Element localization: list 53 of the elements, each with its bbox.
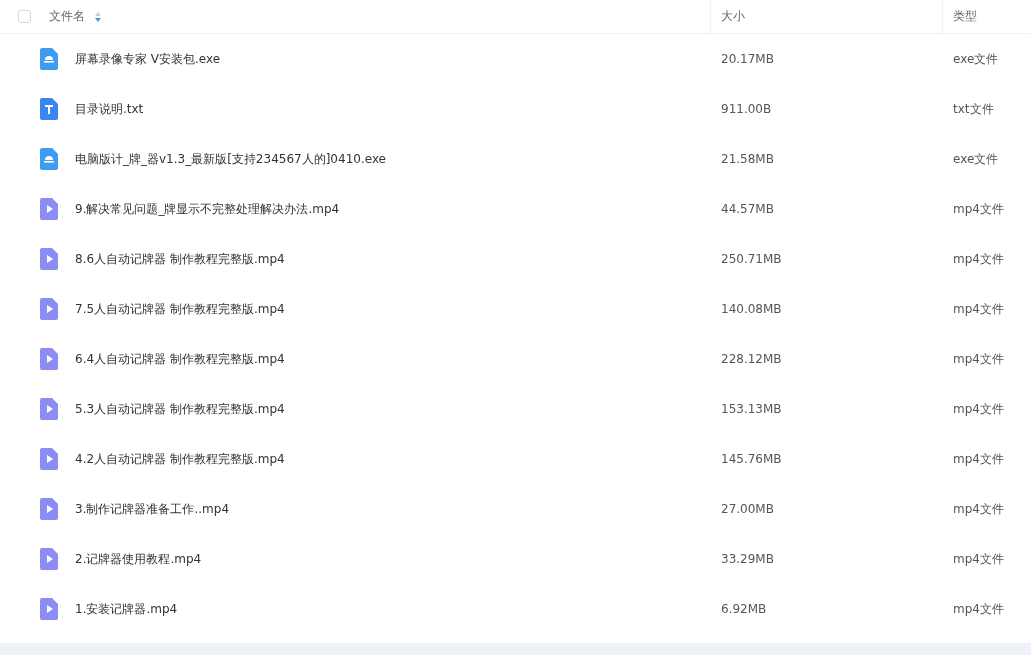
- file-type: mp4文件: [953, 601, 1004, 616]
- file-name[interactable]: 屏幕录像专家 V安装包.exe: [75, 50, 221, 68]
- file-name[interactable]: 5.3人自动记牌器 制作教程完整版.mp4: [75, 400, 285, 418]
- file-size: 228.12MB: [721, 352, 782, 366]
- column-header[interactable]: 文件名: [49, 8, 85, 25]
- video-file-icon: [40, 248, 58, 270]
- file-name[interactable]: 3.制作记牌器准备工作..mp4: [75, 500, 230, 518]
- file-name[interactable]: 电脑版计_牌_器v1.3_最新版[支持234567人的]0410.exe: [75, 150, 386, 168]
- file-type: mp4文件: [953, 251, 1004, 266]
- video-file-icon: [40, 598, 58, 620]
- file-size: 27.00MB: [721, 502, 774, 516]
- file-type: exe文件: [953, 51, 999, 66]
- file-type: mp4文件: [953, 301, 1004, 316]
- file-size: 21.58MB: [721, 152, 774, 166]
- file-name[interactable]: 目录说明.txt: [75, 100, 144, 118]
- file-size: 33.29MB: [721, 552, 774, 566]
- file-type: mp4文件: [953, 351, 1004, 366]
- file-type: exe文件: [953, 151, 999, 166]
- file-type: mp4文件: [953, 201, 1004, 216]
- column-header[interactable]: 大小: [721, 8, 745, 25]
- file-size: 145.76MB: [721, 452, 782, 466]
- file-name[interactable]: 4.2人自动记牌器 制作教程完整版.mp4: [75, 450, 285, 468]
- file-size: 20.17MB: [721, 52, 774, 66]
- file-name[interactable]: 8.6人自动记牌器 制作教程完整版.mp4: [75, 250, 285, 268]
- video-file-icon: [40, 498, 58, 520]
- file-name[interactable]: 7.5人自动记牌器 制作教程完整版.mp4: [75, 300, 285, 318]
- file-type: mp4文件: [953, 451, 1004, 466]
- file-size: 911.00B: [721, 102, 772, 116]
- video-file-icon: [40, 298, 58, 320]
- video-file-icon: [40, 348, 58, 370]
- file-size: 250.71MB: [721, 252, 782, 266]
- file-name[interactable]: 6.4人自动记牌器 制作教程完整版.mp4: [75, 350, 285, 368]
- column-header[interactable]: 类型: [953, 8, 977, 25]
- select-all-checkbox[interactable]: [18, 10, 31, 23]
- video-file-icon: [40, 548, 58, 570]
- file-size: 44.57MB: [721, 202, 774, 216]
- text-file-icon: [40, 98, 58, 120]
- file-name[interactable]: 2.记牌器使用教程.mp4: [75, 550, 202, 568]
- file-type: mp4文件: [953, 501, 1004, 516]
- file-name[interactable]: 1.安装记牌器.mp4: [75, 600, 178, 618]
- sort-icon[interactable]: [95, 11, 101, 22]
- file-size: 140.08MB: [721, 302, 782, 316]
- file-type: mp4文件: [953, 551, 1004, 566]
- file-type: mp4文件: [953, 401, 1004, 416]
- file-size: 6.92MB: [721, 602, 767, 616]
- video-file-icon: [40, 198, 58, 220]
- file-size: 153.13MB: [721, 402, 782, 416]
- file-type: txt文件: [953, 101, 994, 116]
- video-file-icon: [40, 448, 58, 470]
- app-file-icon: [40, 148, 58, 170]
- file-name[interactable]: 9.解决常见问题_牌显示不完整处理解决办法.mp4: [75, 200, 340, 218]
- video-file-icon: [40, 398, 58, 420]
- app-file-icon: [40, 48, 58, 70]
